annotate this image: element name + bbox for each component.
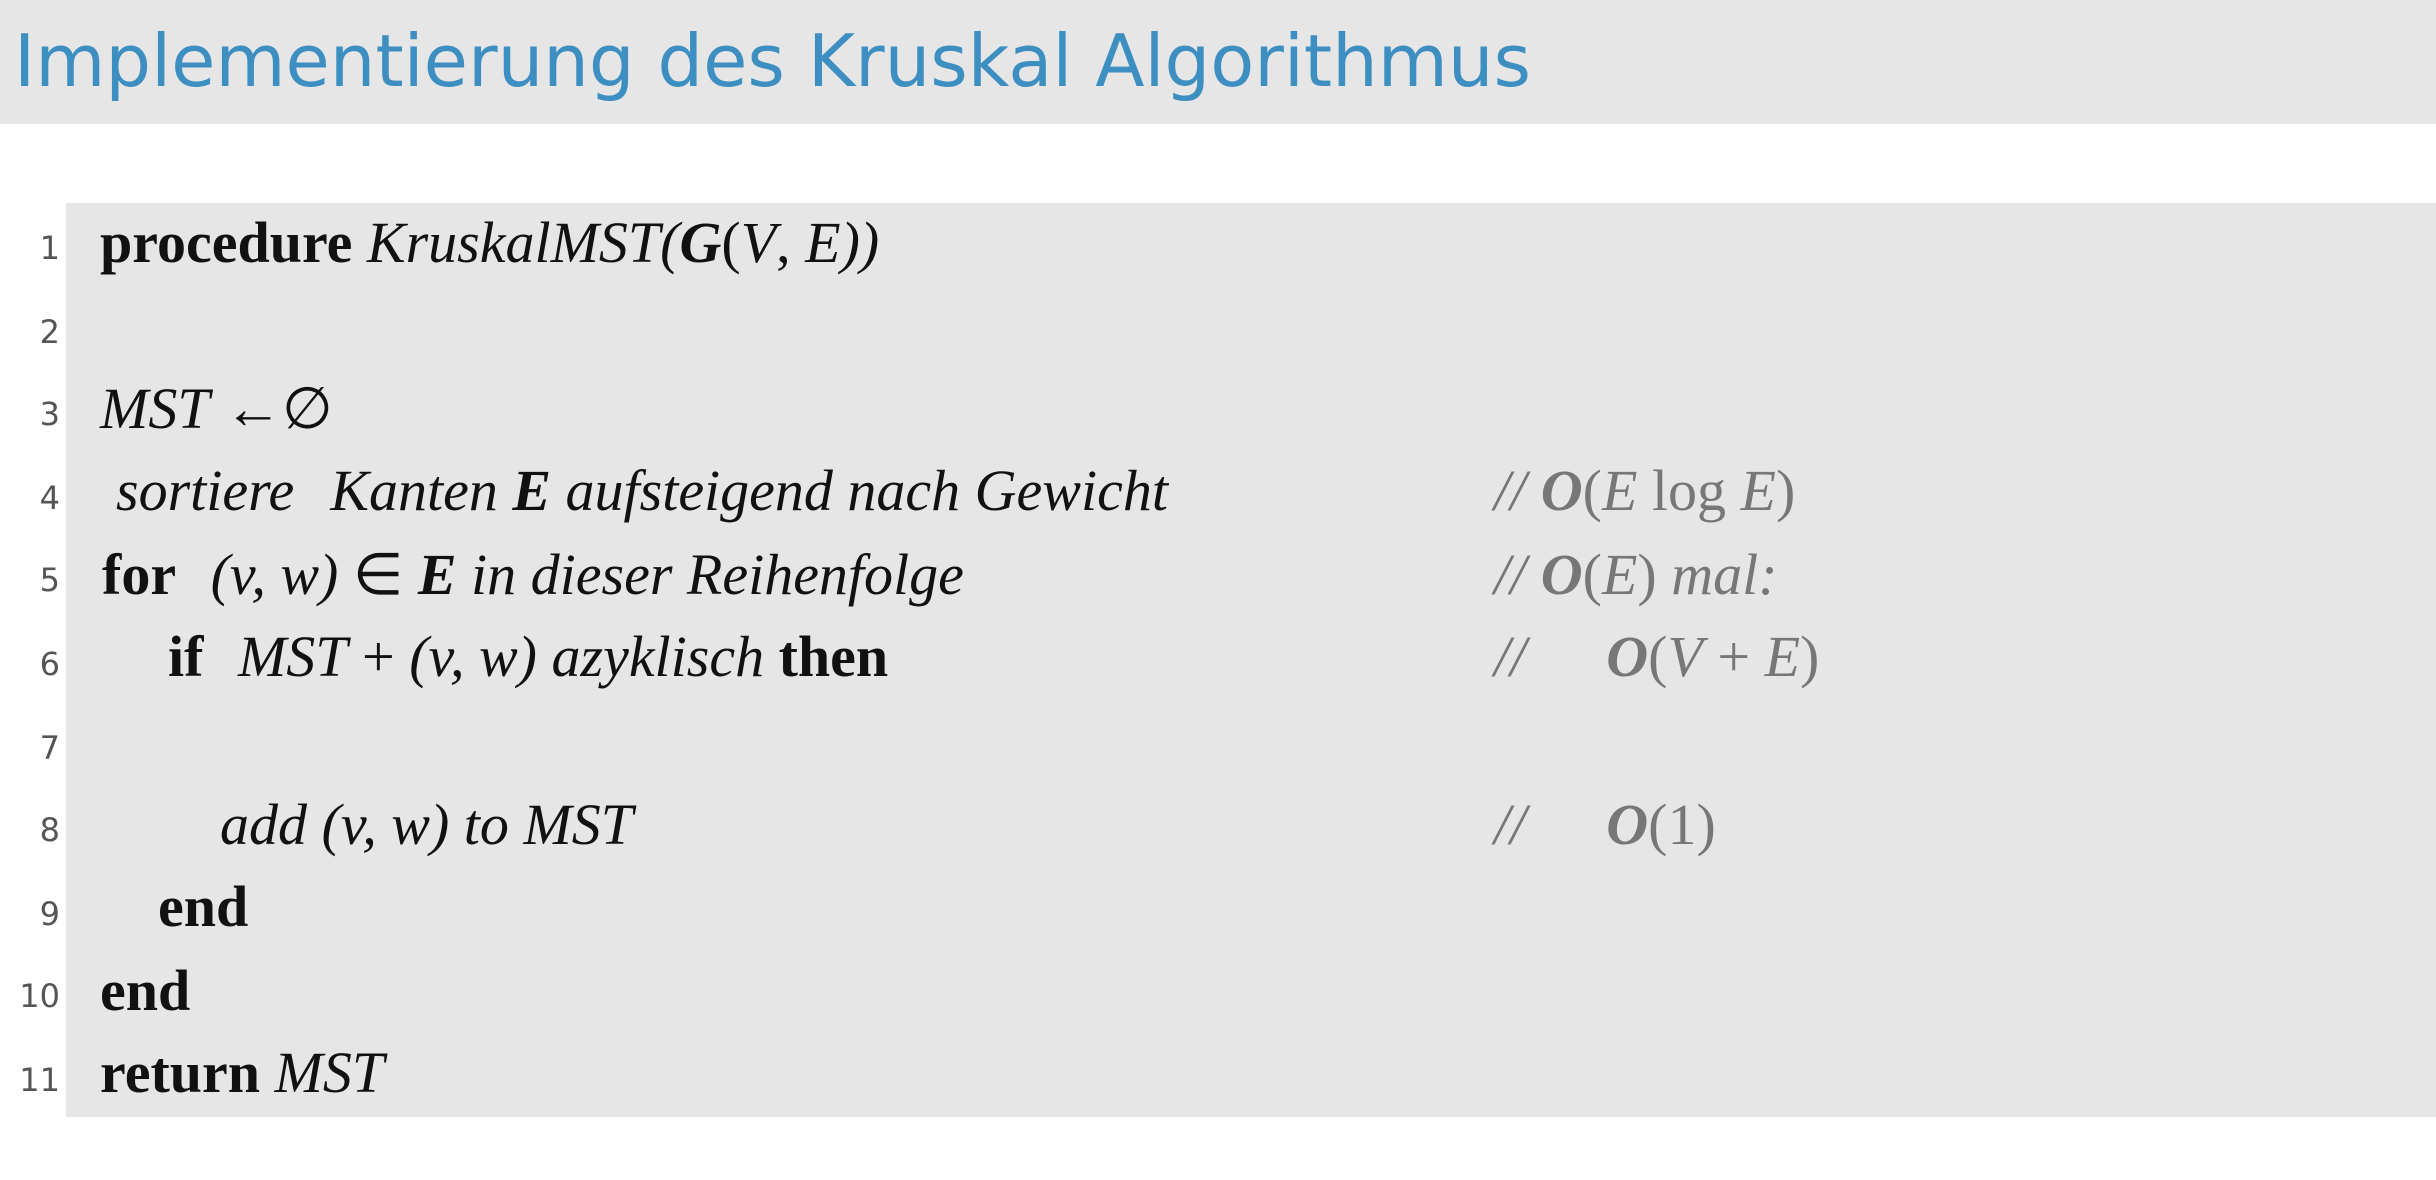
big-o: O [1540, 542, 1583, 607]
add-text: add [220, 792, 307, 857]
comment-line-5: // O(E) mal: [1494, 540, 1778, 610]
paren-open: ( [1582, 542, 1602, 607]
vertex-set: V [740, 210, 777, 275]
big-o: O [1540, 458, 1583, 523]
line-number-9: 9 [39, 895, 60, 933]
edge-pair: (v, w) [210, 542, 339, 607]
constant-one: 1 [1667, 792, 1697, 857]
edge-set-bold: E [417, 542, 457, 607]
slide-title: Implementierung des Kruskal Algorithmus [14, 19, 1531, 103]
comment-slashes: // [1494, 458, 1527, 523]
line-number-8: 8 [39, 811, 60, 849]
comment-slashes: // [1494, 624, 1527, 689]
paren-close: )) [840, 210, 880, 275]
kanten-text: Kanten [330, 458, 498, 523]
mal-text: mal: [1656, 542, 1778, 607]
empty-set: ∅ [282, 376, 333, 441]
to-mst-text: to MST [463, 792, 633, 857]
paren-close: ) [1637, 542, 1657, 607]
return-keyword: return [100, 1040, 261, 1105]
code-line-1: procedure KruskalMST(G(V, E)) [100, 208, 879, 278]
end-keyword: end [158, 874, 249, 939]
line-number-2: 2 [39, 313, 60, 351]
comment-slashes: // [1494, 542, 1527, 607]
edge-count: E [1601, 458, 1638, 523]
sortiere-text: sortiere [116, 458, 295, 523]
assign-arrow: ← [224, 376, 283, 441]
line-number-1: 1 [39, 229, 60, 267]
line-number-6: 6 [39, 645, 60, 683]
code-line-4: sortiere Kanten E aufsteigend nach Gewich… [116, 456, 1168, 526]
mst-variable: MST [100, 376, 210, 441]
code-line-11: return MST [100, 1038, 384, 1108]
paren-open: ( [1582, 458, 1602, 523]
graph-symbol: G [679, 210, 722, 275]
comment-line-4: // O(E log E) [1494, 456, 1795, 526]
if-keyword: if [168, 624, 204, 689]
then-keyword: then [778, 624, 889, 689]
big-o: O [1606, 624, 1649, 689]
paren-open: ( [1648, 624, 1668, 689]
code-line-3: MST ←∅ [100, 374, 333, 444]
code-line-8: add (v, w) to MST [220, 790, 633, 860]
edge-count: E [1764, 624, 1801, 689]
edge-set-bold: E [512, 458, 552, 523]
big-o: O [1606, 792, 1649, 857]
code-line-9: end [158, 872, 248, 942]
paren-close: ) [1696, 792, 1716, 857]
edge-count: E [1601, 542, 1638, 607]
edge-pair: (v, w) [409, 624, 537, 689]
edge-set: E [805, 210, 841, 275]
code-line-5: for (v, w) ∈ E in dieser Reihenfolge [102, 540, 964, 610]
edge-pair: (v, w) [321, 792, 450, 857]
comment-line-8: // O(1) [1494, 790, 1716, 860]
order-description: in dieser Reihenfolge [471, 542, 964, 607]
line-number-5: 5 [39, 561, 60, 599]
procedure-name: KruskalMST( [366, 210, 680, 275]
element-of: ∈ [352, 542, 404, 607]
paren-open: ( [721, 210, 741, 275]
mst-variable: MST [274, 1040, 385, 1105]
comment-slashes: // [1494, 792, 1527, 857]
code-line-10: end [100, 956, 190, 1026]
paren-open: ( [1648, 792, 1668, 857]
paren-close: ) [1800, 624, 1820, 689]
procedure-keyword: procedure [100, 210, 353, 275]
sort-description: aufsteigend nach Gewicht [565, 458, 1168, 523]
paren-close: ) [1775, 458, 1796, 523]
line-number-10: 10 [19, 977, 60, 1015]
line-number-7: 7 [39, 729, 60, 767]
plus-sign: + [362, 624, 395, 689]
vertex-count: V [1667, 624, 1703, 689]
mst-variable: MST [237, 624, 348, 689]
code-line-6: if MST + (v, w) azyklisch then [168, 622, 888, 692]
comment-line-6: // O(V + E) [1494, 622, 1819, 692]
azyklisch-text: azyklisch [551, 624, 765, 689]
line-number-11: 11 [19, 1061, 60, 1099]
title-bar: Implementierung des Kruskal Algorithmus [0, 0, 2436, 124]
line-number-3: 3 [39, 395, 60, 433]
end-keyword: end [100, 958, 191, 1023]
line-number-4: 4 [39, 479, 60, 517]
plus-sign: + [1702, 624, 1765, 689]
for-keyword: for [102, 542, 177, 607]
comma: , [776, 210, 806, 275]
edge-count: E [1740, 458, 1776, 523]
log-text: log [1637, 458, 1741, 523]
